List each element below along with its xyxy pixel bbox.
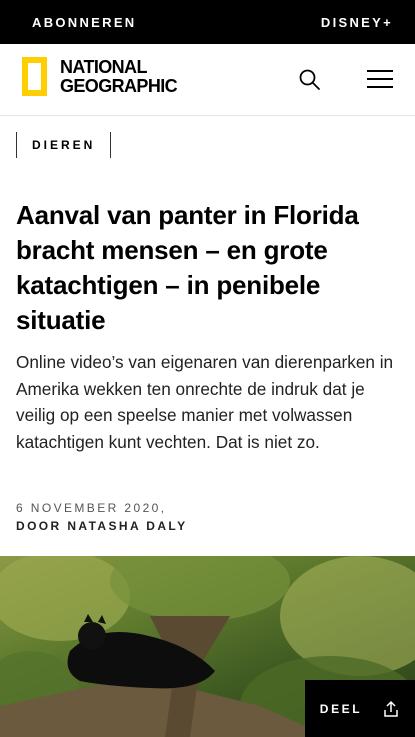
category-tag[interactable]: DIEREN	[16, 132, 112, 158]
search-button[interactable]	[298, 68, 322, 92]
site-header: NATIONAL GEOGRAPHIC	[0, 44, 415, 116]
article-dek: Online video’s van eigenaren van dierenp…	[16, 352, 394, 452]
article-title: Aanval van panter in Florida bracht mens…	[16, 200, 359, 335]
menu-icon	[367, 70, 393, 88]
author-byline: DOOR NATASHA DALY	[16, 519, 188, 533]
share-icon	[384, 700, 398, 717]
logo-yellow-border-icon	[22, 57, 47, 96]
share-label: DEEL	[319, 701, 363, 716]
publish-date: 6 NOVEMBER 2020,	[16, 501, 167, 515]
logo-text: NATIONAL GEOGRAPHIC	[60, 57, 178, 96]
subscribe-link[interactable]: ABONNEREN	[32, 15, 136, 30]
search-icon	[299, 69, 320, 90]
menu-button[interactable]	[367, 70, 393, 90]
share-button[interactable]: DEEL	[305, 680, 415, 737]
logo-line-1: NATIONAL	[60, 57, 147, 77]
top-bar: ABONNEREN DISNEY+	[0, 0, 415, 44]
disney-plus-link[interactable]: DISNEY+	[321, 15, 393, 30]
logo-line-2: GEOGRAPHIC	[60, 76, 178, 96]
